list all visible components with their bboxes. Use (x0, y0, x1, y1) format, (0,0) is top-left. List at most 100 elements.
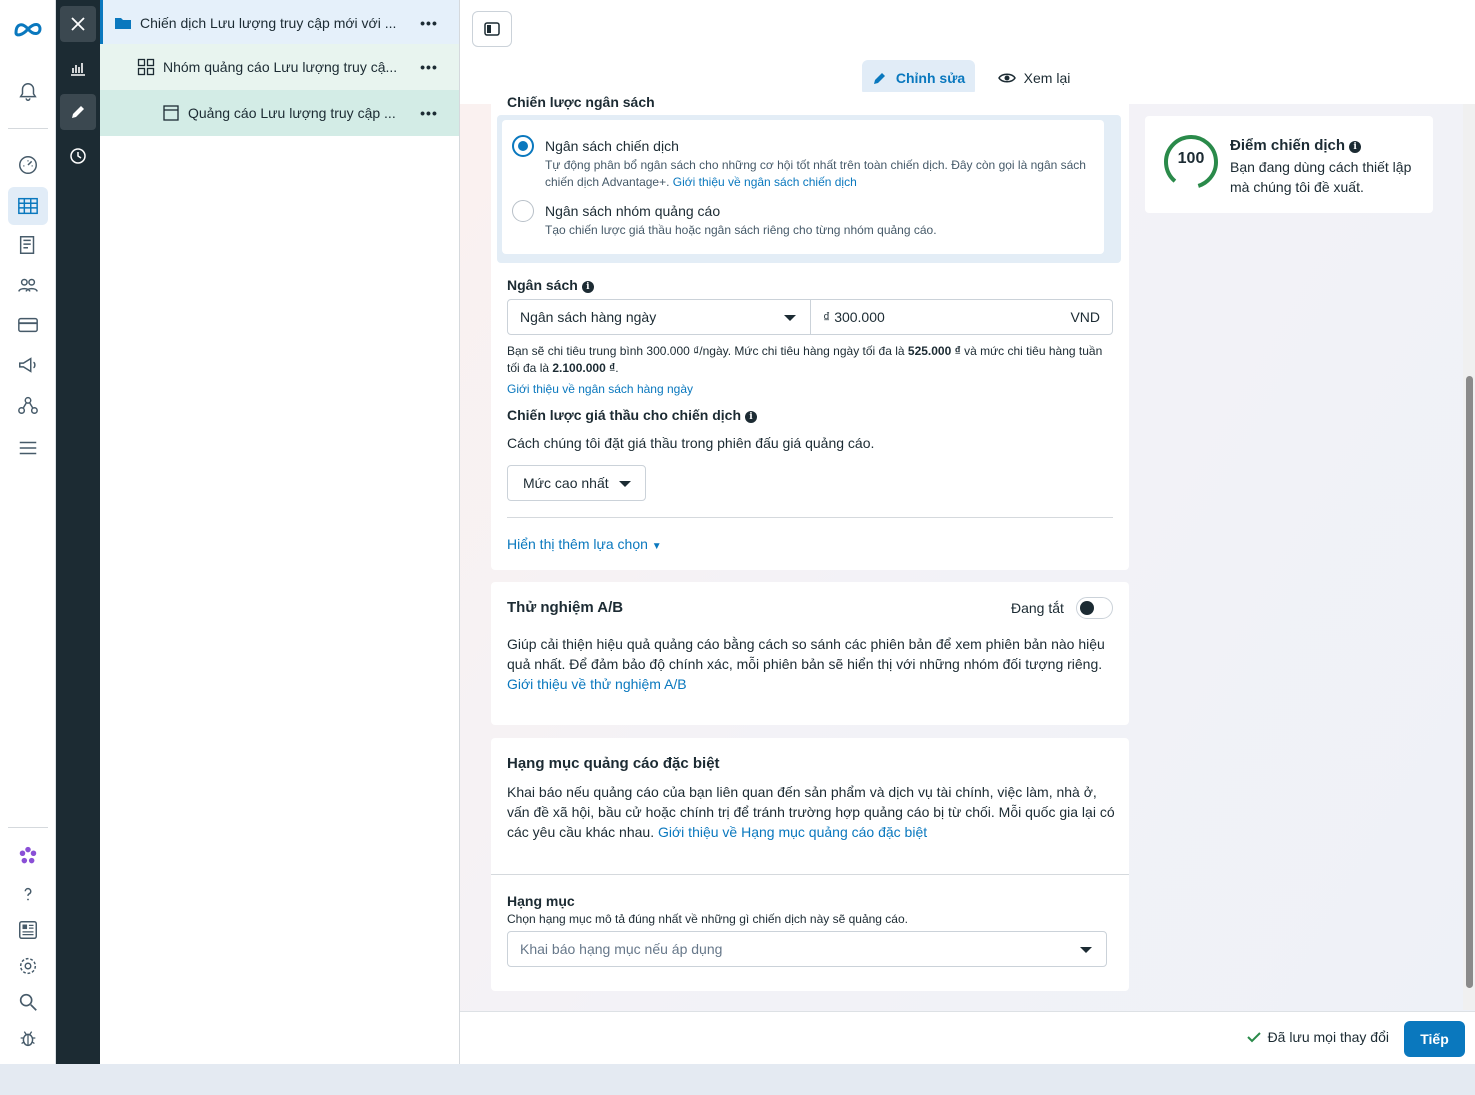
campaign-tree: Chiến dịch Lưu lượng truy cập mới với ..… (100, 0, 460, 1064)
tab-review-label: Xem lại (1023, 70, 1071, 86)
save-status: Đã lưu mọi thay đổi (1246, 1029, 1389, 1045)
editor-header: Chỉnh sửa Xem lại (460, 0, 1475, 104)
radio-adset-budget[interactable] (512, 200, 534, 222)
daily-budget-link[interactable]: Giới thiệu về ngân sách hàng ngày (507, 381, 693, 398)
news-icon[interactable] (8, 911, 48, 949)
dashboard-icon[interactable] (8, 146, 48, 184)
campaign-budget-link[interactable]: Giới thiệu về ngân sách chiến dịch (673, 175, 857, 189)
category-desc: Chọn hạng mục mô tả đúng nhất về những g… (507, 912, 908, 926)
sidebar-toggle-icon (484, 22, 500, 36)
info-icon[interactable]: i (1349, 141, 1362, 153)
tab-edit[interactable]: Chỉnh sửa (862, 60, 975, 96)
category-placeholder: Khai báo hạng mục nếu áp dụng (520, 941, 723, 957)
tree-ad-label: Quảng cáo Lưu lượng truy cập ... (188, 105, 396, 121)
audiences-icon[interactable] (8, 266, 48, 304)
notifications-icon[interactable] (8, 73, 48, 111)
bug-report-icon[interactable] (8, 1019, 48, 1057)
ab-test-link[interactable]: Giới thiệu về thử nghiệm A/B (507, 676, 687, 692)
editor-footer: Đã lưu mọi thay đổi Tiếp (460, 1011, 1475, 1064)
history-clock-icon[interactable] (60, 138, 96, 174)
special-category-card: Hạng mục quảng cáo đặc biệt Khai báo nếu… (491, 738, 1129, 991)
check-icon (1246, 1032, 1261, 1043)
adset-budget-desc: Tạo chiến lược giá thầu hoặc ngân sách r… (545, 223, 937, 237)
adset-budget-title: Ngân sách nhóm quảng cáo (545, 203, 721, 219)
more-options-icon[interactable]: ••• (417, 12, 441, 34)
ab-test-toggle[interactable] (1076, 597, 1113, 619)
more-options-icon[interactable]: ••• (417, 102, 441, 124)
scrollbar[interactable] (1463, 104, 1475, 1010)
pencil-icon (873, 73, 885, 84)
bid-strategy-value: Mức cao nhất (523, 475, 609, 491)
bottom-bar (0, 1064, 1475, 1095)
meta-logo-icon[interactable] (8, 10, 48, 48)
ab-test-title: Thử nghiệm A/B (507, 599, 624, 616)
score-value: 100 (1177, 150, 1205, 167)
campaign-score-card: 100 Điểm chiến dịch i Bạn đang dùng cách … (1145, 116, 1433, 213)
tree-campaign-label: Chiến dịch Lưu lượng truy cập mới với ..… (140, 15, 397, 31)
bid-strategy-select[interactable]: Mức cao nhất (507, 465, 646, 501)
bid-strategy-label: Chiến lược giá thầu cho chiến dịch i (507, 407, 758, 423)
eye-icon (997, 73, 1016, 83)
budget-strategy-header: Chiến lược ngân sách (507, 94, 655, 110)
budget-strategy-box: Ngân sách chiến dịch Tự động phân bổ ngâ… (497, 115, 1121, 263)
search-icon[interactable] (8, 983, 48, 1021)
category-label: Hạng mục (507, 893, 575, 909)
category-select[interactable]: Khai báo hạng mục nếu áp dụng (507, 931, 1107, 967)
bid-strategy-desc: Cách chúng tôi đặt giá thầu trong phiên … (507, 435, 875, 451)
chevron-down-icon (1080, 947, 1092, 953)
tab-edit-label: Chỉnh sửa (895, 70, 966, 86)
meta-ai-icon[interactable] (8, 837, 48, 875)
radio-campaign-budget[interactable] (512, 135, 534, 157)
special-category-desc: Khai báo nếu quảng cáo của bạn liên quan… (507, 784, 1115, 840)
currency-code: VND (1070, 309, 1100, 325)
budget-type-value: Ngân sách hàng ngày (520, 309, 657, 325)
reports-chart-icon[interactable] (60, 50, 96, 86)
chevron-down-icon: ▼ (651, 541, 662, 552)
special-category-link[interactable]: Giới thiệu về Hạng mục quảng cáo đặc biệ… (658, 824, 927, 840)
tree-item-campaign[interactable]: Chiến dịch Lưu lượng truy cập mới với ..… (100, 0, 459, 46)
toggle-panel-button[interactable] (472, 11, 512, 47)
tree-adset-label: Nhóm quảng cáo Lưu lượng truy cậ... (163, 59, 398, 75)
info-icon[interactable]: i (581, 281, 594, 293)
budget-note: Bạn sẽ chi tiêu trung bình 300.000 ₫/ngà… (507, 344, 1103, 375)
tab-review[interactable]: Xem lại (988, 60, 1080, 96)
more-options-icon[interactable]: ••• (417, 56, 441, 78)
budget-amount-value: 300.000 (834, 309, 885, 325)
edit-pencil-icon[interactable] (60, 94, 96, 130)
info-icon[interactable]: i (745, 411, 758, 423)
special-category-title: Hạng mục quảng cáo đặc biệt (507, 755, 720, 772)
chevron-down-icon (619, 481, 631, 487)
budget-label: Ngân sách i (507, 277, 594, 293)
adset-grid-icon (137, 58, 155, 76)
tree-item-ad[interactable]: Quảng cáo Lưu lượng truy cập ... ••• (100, 90, 459, 136)
business-tools-icon[interactable] (8, 386, 48, 424)
editor-main: Chỉnh sửa Xem lại Chiến lược ngân sách N… (460, 0, 1475, 1064)
settings-gear-icon[interactable] (8, 947, 48, 985)
billing-card-icon[interactable] (8, 306, 48, 344)
show-more-options-link[interactable]: Hiển thị thêm lựa chọn ▼ (507, 536, 662, 552)
budget-card: Chiến lược ngân sách Ngân sách chiến dịc… (491, 92, 1129, 570)
scrollbar-thumb[interactable] (1466, 376, 1473, 988)
next-button[interactable]: Tiếp (1404, 1021, 1465, 1057)
editor-toolbar (56, 0, 100, 1064)
score-desc: Bạn đang dùng cách thiết lập mà chúng tô… (1230, 159, 1412, 195)
budget-amount-input[interactable]: ₫ 300.000 VND (810, 299, 1113, 335)
ab-test-status: Đang tắt (1011, 600, 1064, 616)
campaign-budget-desc: Tự động phân bổ ngân sách cho những cơ h… (545, 158, 1086, 189)
help-icon[interactable] (8, 875, 48, 913)
campaigns-table-icon[interactable] (8, 187, 48, 225)
ad-icon (162, 104, 180, 122)
ab-test-card: Thử nghiệm A/B Đang tắt Giúp cải thiện h… (491, 582, 1129, 725)
megaphone-icon[interactable] (8, 346, 48, 384)
folder-icon (114, 14, 132, 32)
menu-icon[interactable] (8, 429, 48, 467)
budget-type-select[interactable]: Ngân sách hàng ngày (507, 299, 811, 335)
currency-symbol: ₫ (823, 309, 831, 325)
close-icon[interactable] (60, 6, 96, 42)
campaign-budget-title: Ngân sách chiến dịch (545, 138, 679, 154)
score-title: Điểm chiến dịch i (1230, 137, 1362, 154)
tree-item-adset[interactable]: Nhóm quảng cáo Lưu lượng truy cậ... ••• (100, 44, 459, 90)
left-rail (0, 0, 56, 1064)
pages-icon[interactable] (8, 226, 48, 264)
chevron-down-icon (784, 315, 796, 321)
